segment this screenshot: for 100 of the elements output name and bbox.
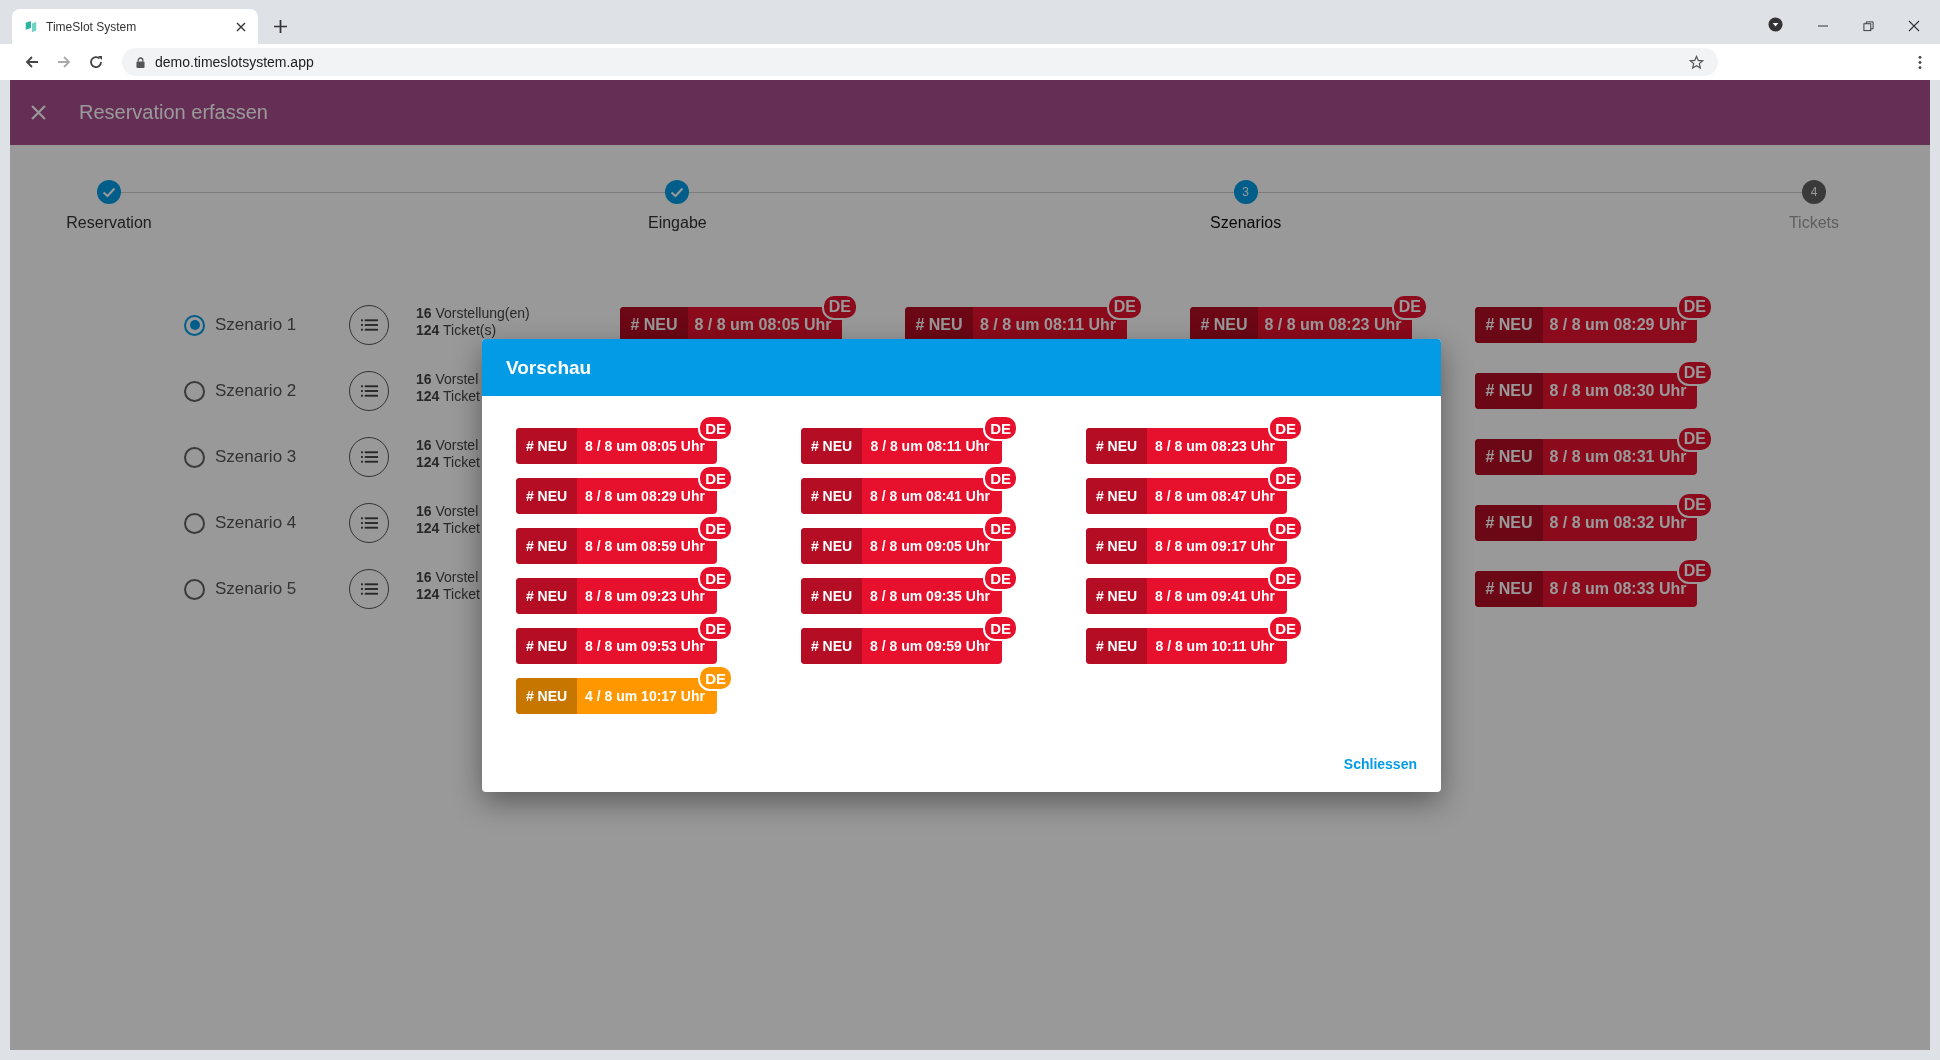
ticket-count: 124 Ticket xyxy=(416,519,480,536)
language-badge: DE xyxy=(698,515,733,541)
performance-count: 16 Vorstel xyxy=(416,436,479,453)
language-badge: DE xyxy=(983,465,1018,491)
profile-icon[interactable] xyxy=(1768,17,1783,32)
radio-button[interactable] xyxy=(184,380,205,402)
logo-icon xyxy=(24,19,38,34)
lock-icon xyxy=(136,56,145,68)
step-number: 3 xyxy=(1233,180,1258,204)
tag-prefix: # NEU xyxy=(801,528,862,564)
ticket-count: 124 Ticket(s) xyxy=(416,321,497,338)
step-label: Eingabe xyxy=(647,214,707,232)
ticket-count: 124 Ticket xyxy=(416,387,480,404)
list-icon xyxy=(360,583,378,595)
list-icon xyxy=(360,385,378,397)
tag-prefix: # NEU xyxy=(516,578,577,614)
language-badge: DE xyxy=(698,615,733,641)
language-badge: DE xyxy=(1676,426,1713,452)
step-label: Tickets xyxy=(1788,214,1839,232)
tag-time: 8 / 8 um 08:11 Uhr xyxy=(869,438,991,454)
tag-prefix: # NEU xyxy=(1086,528,1147,564)
tag-prefix: # NEU xyxy=(516,478,577,514)
language-badge: DE xyxy=(1676,294,1713,320)
language-badge: DE xyxy=(983,415,1018,441)
close-icon[interactable] xyxy=(236,21,246,32)
language-badge: DE xyxy=(1268,615,1303,641)
tag-prefix: # NEU xyxy=(1475,307,1543,343)
star-icon[interactable] xyxy=(1689,54,1704,70)
radio-button[interactable] xyxy=(184,578,205,600)
language-badge: DE xyxy=(1268,515,1303,541)
language-badge: DE xyxy=(983,615,1018,641)
tag-prefix: # NEU xyxy=(516,628,577,664)
ticket-count: 124 Ticket xyxy=(416,585,480,602)
language-badge: DE xyxy=(983,565,1018,591)
language-badge: DE xyxy=(1676,360,1713,386)
tag-prefix: # NEU xyxy=(1086,578,1147,614)
language-badge: DE xyxy=(1268,415,1303,441)
step-number: 4 xyxy=(1802,180,1826,204)
scenario-label[interactable]: Szenario 1 xyxy=(215,315,325,335)
language-badge: DE xyxy=(698,415,733,441)
tag-prefix: # NEU xyxy=(1086,628,1147,664)
performance-count: 16 Vorstel xyxy=(416,568,479,585)
tag-time: 8 / 8 um 08:29 Uhr xyxy=(584,488,706,504)
scenario-label[interactable]: Szenario 2 xyxy=(215,381,325,401)
performance-count: 16 Vorstel xyxy=(416,370,479,387)
tag-prefix: # NEU xyxy=(1086,428,1147,464)
dialog-title: Vorschau xyxy=(506,356,592,379)
tag-time: 8 / 8 um 08:05 Uhr xyxy=(584,438,706,454)
tag-time: 8 / 8 um 08:59 Uhr xyxy=(584,538,706,554)
tag-prefix: # NEU xyxy=(801,578,862,614)
tag-prefix: # NEU xyxy=(516,428,577,464)
more-icon[interactable] xyxy=(1918,54,1922,70)
close-button[interactable]: Schliessen xyxy=(1343,750,1417,778)
tag-time: 8 / 8 um 08:23 Uhr xyxy=(1154,438,1276,454)
tag-prefix: # NEU xyxy=(1475,571,1543,607)
plus-icon[interactable] xyxy=(274,20,287,33)
tag-time: 4 / 8 um 10:17 Uhr xyxy=(584,688,706,704)
list-icon xyxy=(360,319,378,331)
language-badge: DE xyxy=(983,515,1018,541)
language-badge: DE xyxy=(1268,565,1303,591)
scenario-label[interactable]: Szenario 5 xyxy=(215,579,325,599)
radio-button[interactable] xyxy=(184,446,205,468)
tag-prefix: # NEU xyxy=(516,528,577,564)
step-label: Reservation xyxy=(66,214,152,232)
performance-count: 16 Vorstellung(en) xyxy=(416,304,530,321)
scenario-label[interactable]: Szenario 4 xyxy=(215,513,325,533)
tag-time: 8 / 8 um 09:05 Uhr xyxy=(869,538,991,554)
radio-button[interactable] xyxy=(184,314,205,336)
reload-icon[interactable] xyxy=(88,54,104,70)
tag-time: 8 / 8 um 09:23 Uhr xyxy=(584,588,706,604)
tag-prefix: # NEU xyxy=(1086,478,1147,514)
close-icon[interactable] xyxy=(1908,20,1920,32)
language-badge: DE xyxy=(1268,465,1303,491)
language-badge: DE xyxy=(1391,294,1428,320)
tag-prefix: # NEU xyxy=(801,628,862,664)
address-bar[interactable]: demo.timeslotsystem.app xyxy=(122,48,1718,76)
browser-tab[interactable]: TimeSlot System xyxy=(12,9,258,44)
language-badge: DE xyxy=(821,294,858,320)
language-badge: DE xyxy=(698,465,733,491)
tab-title: TimeSlot System xyxy=(46,19,138,34)
scenario-label[interactable]: Szenario 3 xyxy=(215,447,325,467)
tag-time: 8 / 8 um 10:11 Uhr xyxy=(1154,638,1276,654)
tag-time: 8 / 8 um 09:59 Uhr xyxy=(869,638,991,654)
tag-prefix: # NEU xyxy=(801,478,862,514)
tag-time: 8 / 8 um 08:47 Uhr xyxy=(1154,488,1276,504)
radio-button[interactable] xyxy=(184,512,205,534)
tag-prefix: # NEU xyxy=(801,428,862,464)
list-icon xyxy=(360,517,378,529)
language-badge: DE xyxy=(1106,294,1143,320)
page-title: Reservation erfassen xyxy=(79,101,268,124)
tag-time: 8 / 8 um 08:41 Uhr xyxy=(869,488,991,504)
language-badge: DE xyxy=(1676,492,1713,518)
back-icon[interactable] xyxy=(24,54,40,70)
tag-prefix: # NEU xyxy=(516,678,577,714)
language-badge: DE xyxy=(698,665,733,691)
tag-prefix: # NEU xyxy=(1475,373,1543,409)
restore-icon[interactable] xyxy=(1863,21,1874,32)
tag-prefix: # NEU xyxy=(1475,505,1543,541)
ticket-count: 124 Ticket xyxy=(416,453,480,470)
tag-prefix: # NEU xyxy=(1475,439,1543,475)
